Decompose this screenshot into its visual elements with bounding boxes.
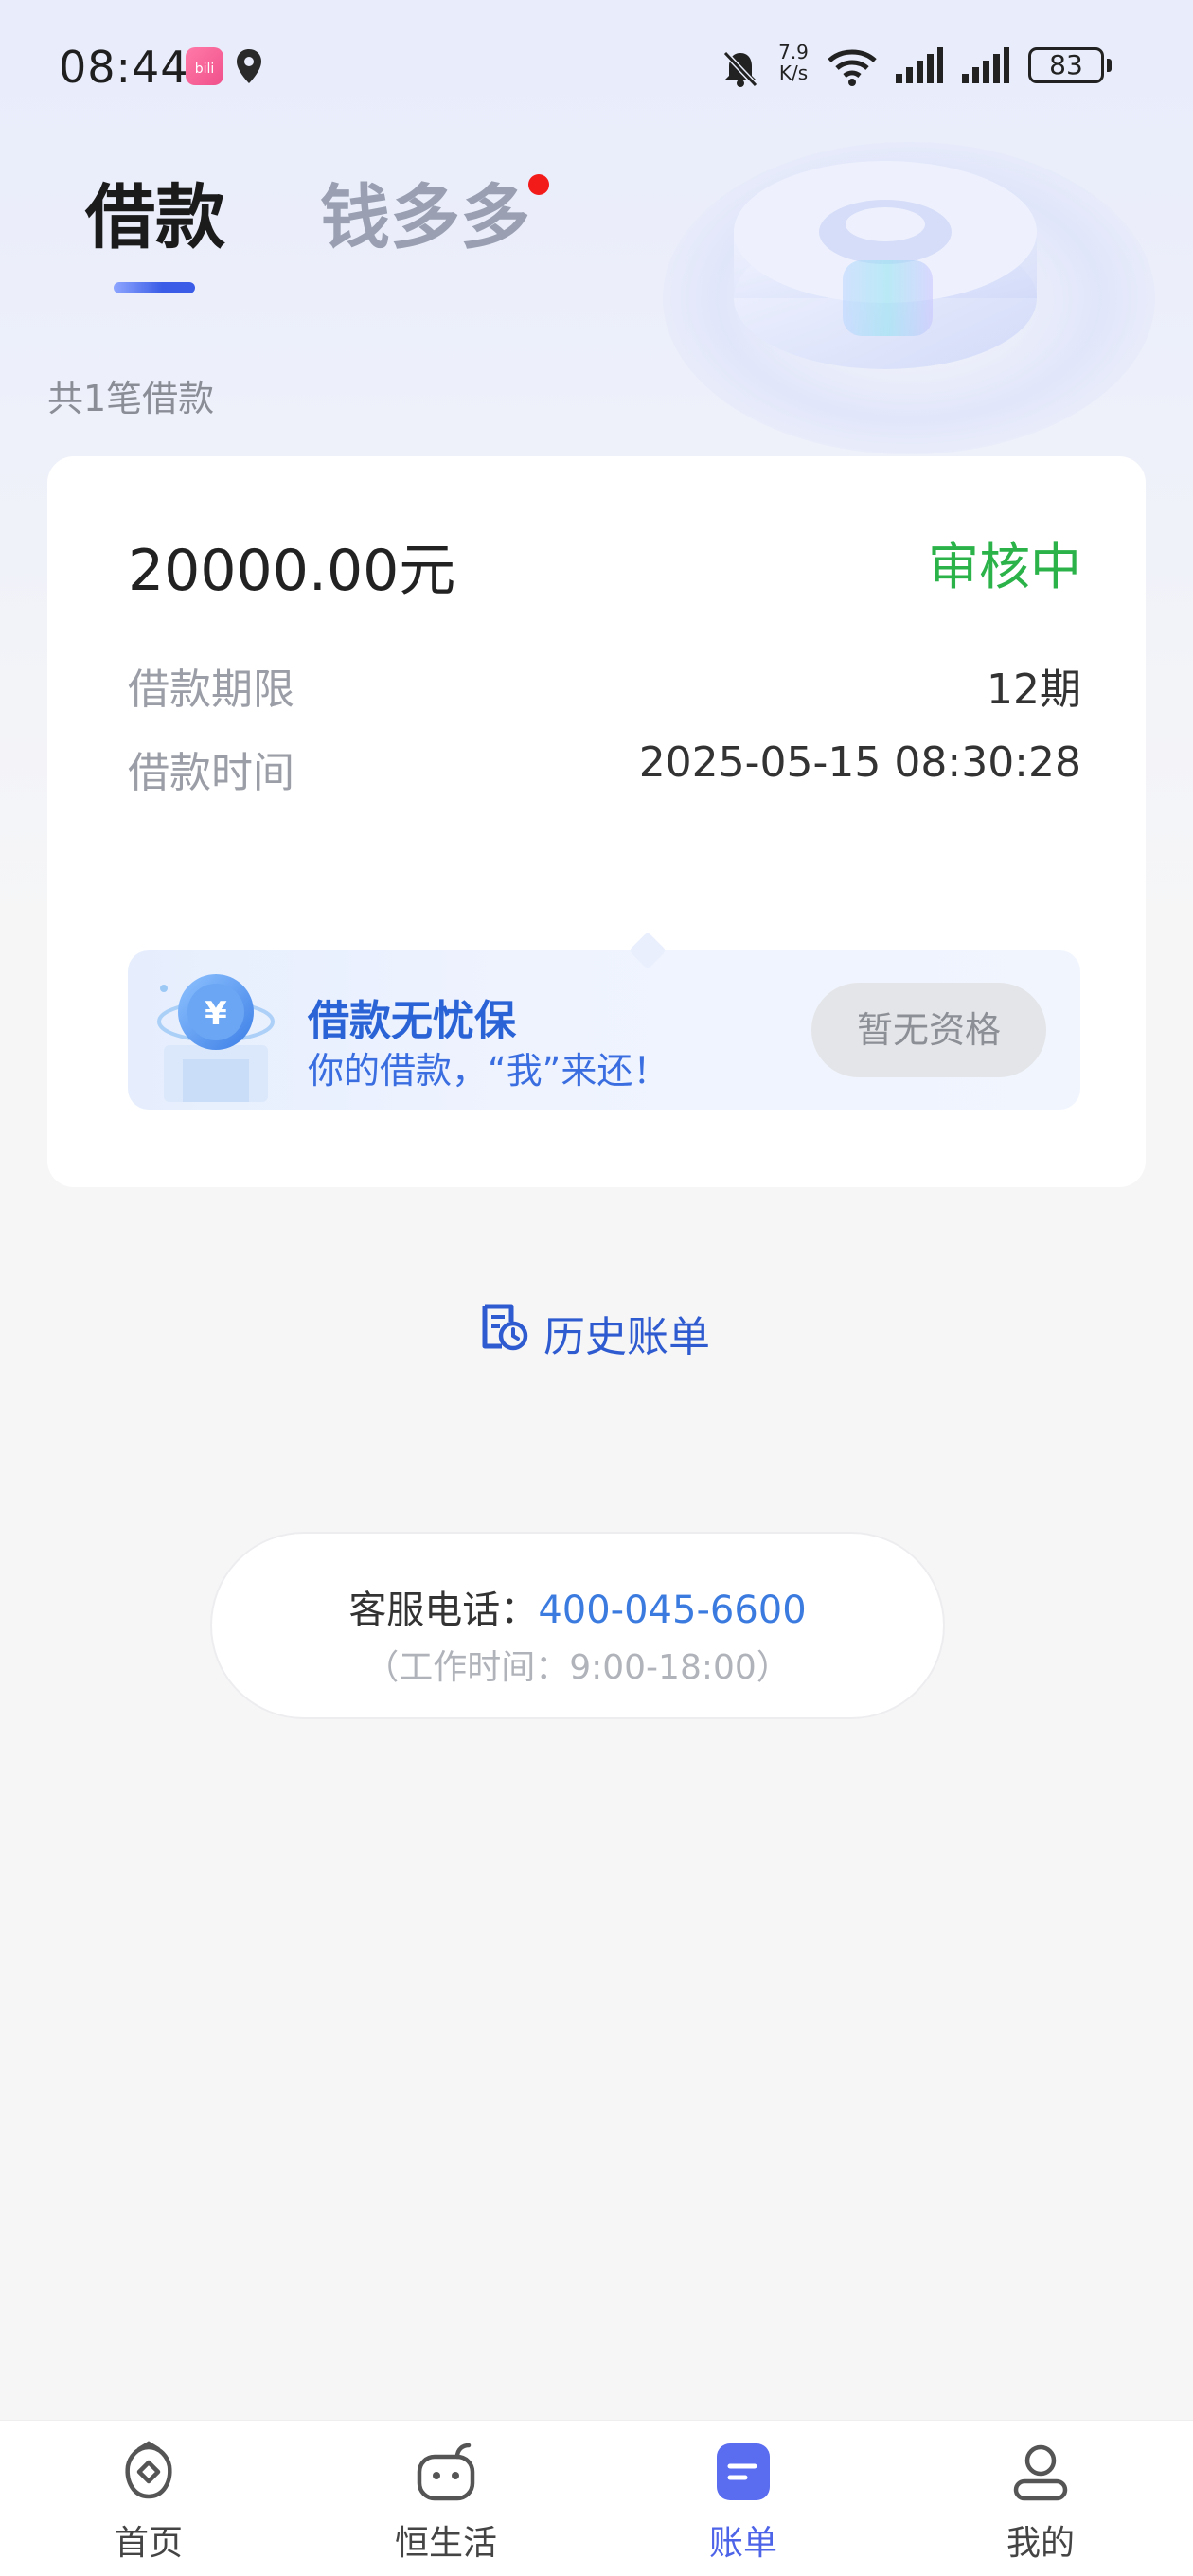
history-bills-label: 历史账单 — [543, 1313, 710, 1361]
nav-item-profile[interactable]: 我的 — [946, 2421, 1135, 2576]
insurance-coin-icon: ¥ — [157, 974, 275, 1102]
decorative-coin-illustration — [734, 161, 1037, 369]
bill-history-icon — [482, 1304, 528, 1351]
nav-label-bill: 账单 — [708, 2524, 777, 2563]
location-icon — [237, 49, 261, 83]
customer-service-hours: （工作时间：9:00-18:00） — [365, 1648, 791, 1687]
battery-indicator: 83 — [1028, 47, 1104, 83]
loan-count: 共1笔借款 — [47, 378, 215, 419]
home-icon — [125, 2441, 172, 2499]
nav-label-life: 恒生活 — [394, 2524, 497, 2563]
insurance-subtitle: 你的借款，“我”来还！ — [308, 1050, 669, 1092]
nav-label-home: 首页 — [114, 2524, 183, 2563]
customer-service-label: 客服电话： — [348, 1589, 539, 1632]
customer-service-phone[interactable]: 400-045-6600 — [538, 1589, 806, 1632]
nav-label-profile: 我的 — [1006, 2524, 1075, 2563]
mute-bell-icon — [722, 50, 758, 88]
signal-icon-2 — [962, 47, 1009, 83]
status-time: 08:44 — [59, 42, 189, 93]
nav-item-home[interactable]: 首页 — [54, 2421, 243, 2576]
loan-time-label: 借款时间 — [128, 749, 294, 797]
network-speed: 7.9 K/s — [778, 41, 809, 84]
bottom-navigation: 首页 恒生活 账单 我的 — [0, 2420, 1193, 2576]
battery-tip — [1107, 59, 1112, 72]
no-qualification-button[interactable]: 暂无资格 — [811, 983, 1046, 1077]
tab-qianduoduo[interactable]: 钱多多 — [320, 170, 530, 265]
nav-item-bill[interactable]: 账单 — [649, 2421, 838, 2576]
life-icon — [417, 2443, 475, 2501]
status-bar: 08:44 bili 7.9 K/s 83 — [0, 0, 1193, 137]
loan-term-label: 借款期限 — [128, 666, 294, 714]
nav-item-life[interactable]: 恒生活 — [351, 2421, 541, 2576]
profile-icon — [1013, 2444, 1068, 2501]
loan-amount: 20000.00元 — [128, 538, 456, 604]
banner-pointer — [629, 932, 667, 969]
svg-text:¥: ¥ — [205, 995, 227, 1033]
signal-icon-1 — [896, 47, 943, 83]
app-notification-icon: bili — [186, 47, 223, 85]
tab-loan[interactable]: 借款 — [85, 170, 225, 265]
loan-card[interactable]: 20000.00元 审核中 借款期限 12期 借款时间 2025-05-15 0… — [47, 456, 1146, 1187]
insurance-title: 借款无忧保 — [308, 997, 516, 1045]
loan-time-value: 2025-05-15 08:30:28 — [638, 738, 1081, 787]
wifi-icon — [828, 49, 877, 86]
notification-dot — [528, 174, 549, 195]
insurance-banner[interactable]: ¥ 借款无忧保 你的借款，“我”来还！ 暂无资格 — [128, 932, 1080, 1110]
customer-service-line: 客服电话：400-045-6600 — [212, 1579, 943, 1634]
loan-status: 审核中 — [928, 537, 1081, 596]
svg-text:bili: bili — [195, 62, 215, 77]
tab-active-indicator — [114, 282, 195, 293]
customer-service-card: 客服电话：400-045-6600 （工作时间：9:00-18:00） — [210, 1532, 945, 1719]
bill-icon — [717, 2443, 770, 2500]
loan-term-value: 12期 — [987, 666, 1081, 714]
